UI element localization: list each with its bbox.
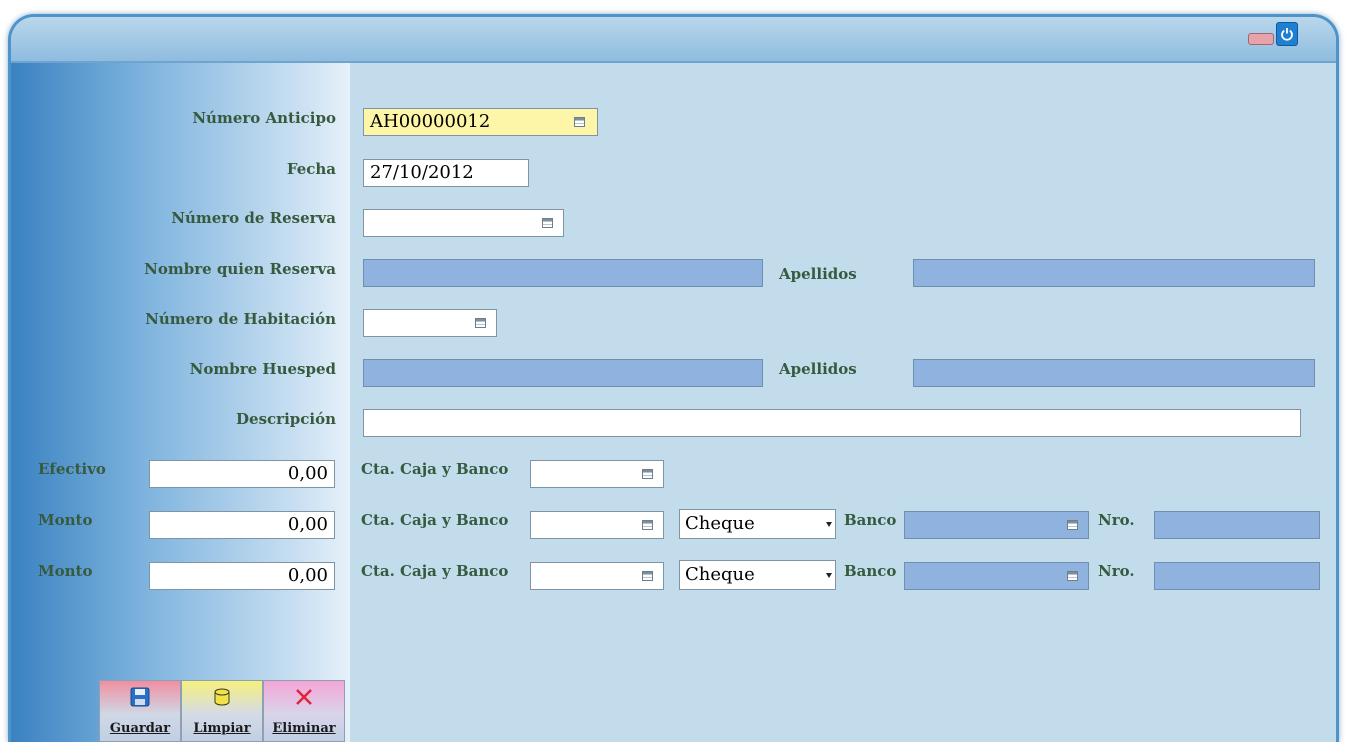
calendar-picker-icon[interactable] [574, 117, 585, 127]
nombre-reserva-field[interactable] [363, 259, 763, 287]
dropdown-arrow-icon[interactable] [826, 522, 832, 527]
nombre-huesped-label: Nombre Huesped [189, 360, 336, 378]
monto-label: Monto [38, 511, 93, 529]
numero-reserva-label: Número de Reserva [171, 209, 336, 227]
apellidos-reserva-label: Apellidos [779, 265, 857, 283]
guardar-label: Guardar [109, 721, 171, 736]
nro-field[interactable] [1154, 562, 1320, 590]
title-bar [11, 17, 1336, 63]
nombre-reserva-label: Nombre quien Reserva [144, 260, 336, 278]
payment-type-value: Cheque [685, 513, 755, 534]
eliminar-label: Eliminar [272, 721, 336, 736]
monto-amount-field[interactable]: 0,00 [149, 562, 335, 590]
calendar-picker-icon[interactable] [475, 318, 486, 328]
limpiar-label: Limpiar [193, 721, 251, 736]
guardar-button[interactable]: Guardar [99, 680, 181, 742]
delete-icon [294, 687, 314, 711]
fecha-field[interactable]: 27/10/2012 [363, 159, 529, 187]
calendar-picker-icon[interactable] [642, 571, 653, 581]
cta-caja-banco-label: Cta. Caja y Banco [361, 511, 509, 529]
payment-type-value: Cheque [685, 564, 755, 585]
minimize-icon[interactable] [1248, 33, 1274, 45]
database-icon [212, 687, 232, 711]
nro-label: Nro. [1098, 511, 1135, 529]
eliminar-button[interactable]: Eliminar [263, 680, 345, 742]
descripcion-field[interactable] [363, 409, 1301, 437]
payment-type-select[interactable]: Cheque [679, 509, 836, 539]
apellidos-reserva-field[interactable] [913, 259, 1315, 287]
nombre-huesped-field[interactable] [363, 359, 763, 387]
banco-field[interactable] [904, 511, 1089, 539]
cta-caja-banco-label: Cta. Caja y Banco [361, 460, 509, 478]
banco-label: Banco [844, 562, 897, 580]
cta-caja-banco-label: Cta. Caja y Banco [361, 562, 509, 580]
efectivo-amount-field[interactable]: 0,00 [149, 460, 335, 488]
banco-label: Banco [844, 511, 897, 529]
descripcion-label: Descripción [236, 410, 336, 428]
monto-amount-field[interactable]: 0,00 [149, 511, 335, 539]
power-icon[interactable] [1276, 22, 1298, 46]
limpiar-button[interactable]: Limpiar [181, 680, 263, 742]
apellidos-huesped-field[interactable] [913, 359, 1315, 387]
payment-type-select[interactable]: Cheque [679, 560, 836, 590]
efectivo-label: Efectivo [38, 460, 106, 478]
nro-field[interactable] [1154, 511, 1320, 539]
calendar-picker-icon[interactable] [642, 469, 653, 479]
calendar-picker-icon[interactable] [542, 218, 553, 228]
calendar-picker-icon[interactable] [642, 520, 653, 530]
numero-habitacion-label: Número de Habitación [145, 310, 336, 328]
action-toolbar: Guardar Limpiar Eliminar [99, 680, 345, 742]
apellidos-huesped-label: Apellidos [779, 360, 857, 378]
fecha-label: Fecha [286, 160, 336, 178]
calendar-picker-icon[interactable] [1067, 520, 1078, 530]
nro-label: Nro. [1098, 562, 1135, 580]
numero-anticipo-field[interactable]: AH00000012 [363, 108, 598, 136]
numero-reserva-field[interactable] [363, 209, 564, 237]
window: Número Anticipo AH00000012 Fecha 27/10/2… [8, 14, 1339, 742]
save-icon [130, 687, 150, 711]
calendar-picker-icon[interactable] [1067, 571, 1078, 581]
banco-field[interactable] [904, 562, 1089, 590]
monto-label: Monto [38, 562, 93, 580]
numero-anticipo-label: Número Anticipo [192, 109, 336, 127]
dropdown-arrow-icon[interactable] [826, 573, 832, 578]
